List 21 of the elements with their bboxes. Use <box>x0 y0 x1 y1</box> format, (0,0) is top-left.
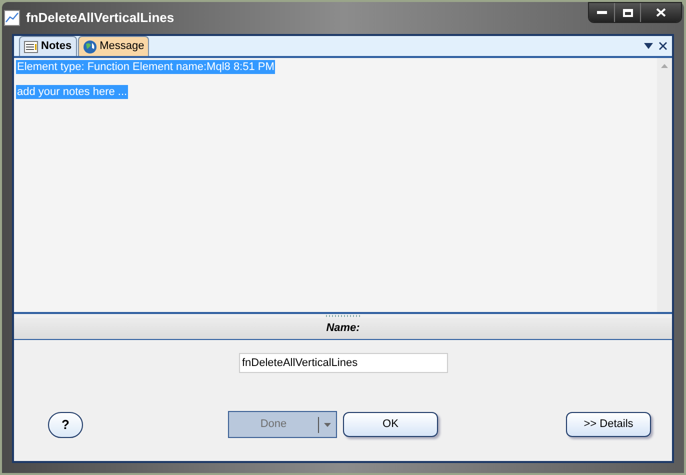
globe-icon <box>82 40 97 54</box>
help-button[interactable]: ? <box>48 412 83 438</box>
minimize-button[interactable] <box>589 3 615 22</box>
tab[interactable]: Notes <box>19 36 77 56</box>
note-icon <box>24 40 38 52</box>
maximize-button[interactable] <box>615 3 641 22</box>
note-text: Element type: Function Element name:Mql8 8:51 PM <box>16 60 276 74</box>
chart-icon <box>4 10 20 26</box>
window-title: fnDeleteAllVerticalLines <box>26 9 174 28</box>
dropdown-icon[interactable] <box>644 43 653 49</box>
details-button[interactable]: >> Details <box>566 412 651 437</box>
close-button[interactable] <box>641 3 681 22</box>
note-text: add your notes here ... <box>16 85 128 99</box>
close-icon[interactable] <box>659 42 667 50</box>
name-field[interactable]: fnDeleteAllVerticalLines <box>239 353 448 373</box>
scrollbar[interactable] <box>657 58 672 312</box>
tab[interactable]: Message <box>78 36 150 56</box>
done-button: Done <box>228 411 337 438</box>
ok-button[interactable]: OK <box>343 412 438 437</box>
close-icon <box>656 8 666 17</box>
name-label: Name: <box>326 321 360 336</box>
